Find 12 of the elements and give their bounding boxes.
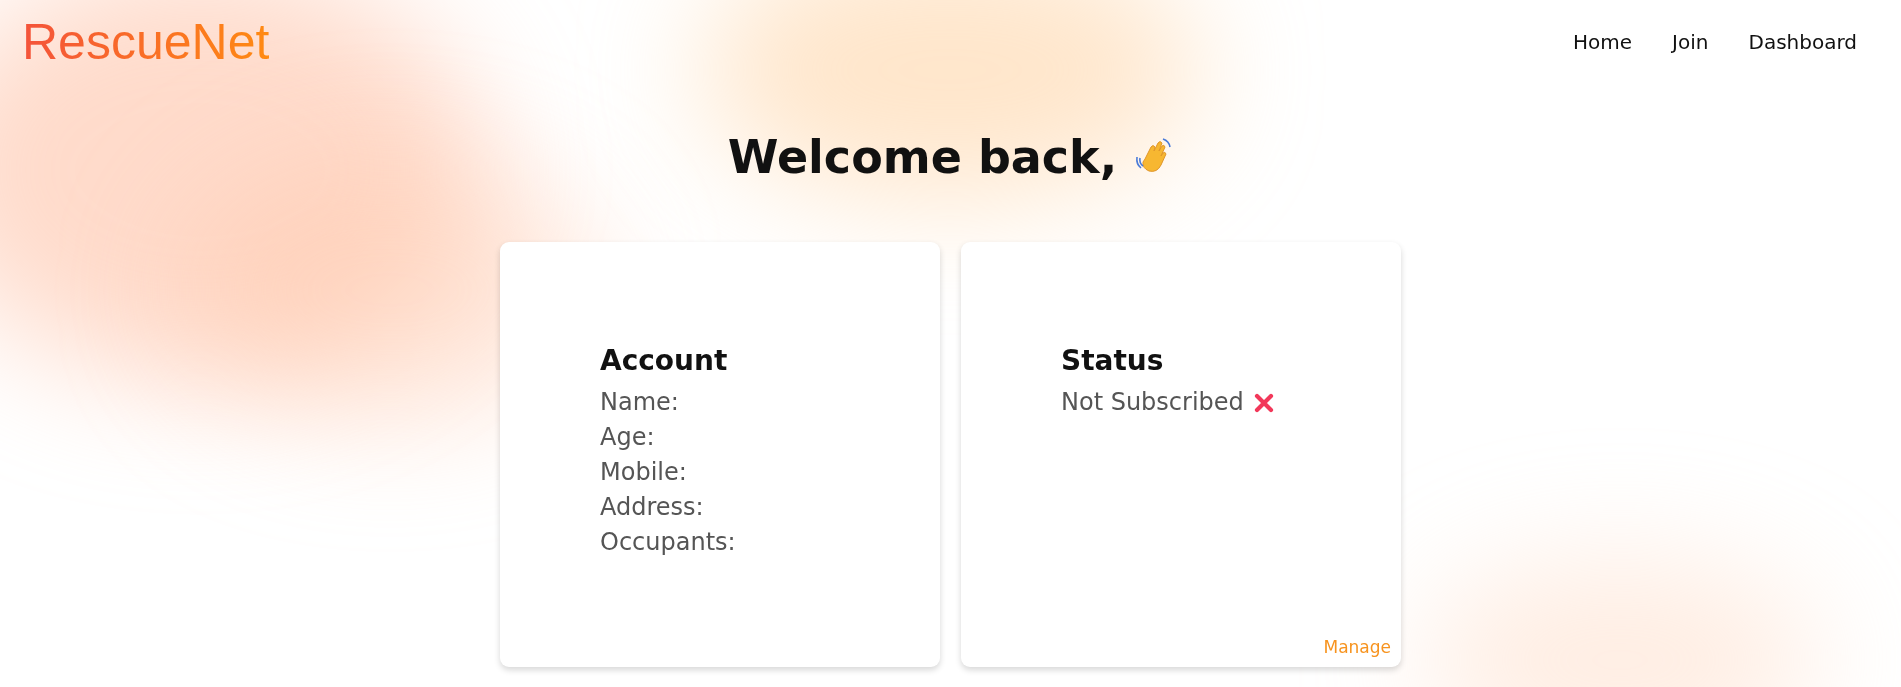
field-label: Mobile: (600, 457, 687, 488)
status-text: Not Subscribed (1061, 387, 1244, 418)
card-title: Account (600, 344, 728, 377)
nav-link[interactable]: Join (1672, 30, 1709, 54)
card-title: Status (1061, 344, 1164, 377)
welcome-heading: Welcome back, (727, 130, 1118, 184)
field-label: Age: (600, 422, 655, 453)
nav-link[interactable]: Home (1573, 30, 1633, 54)
nav-link[interactable]: Dashboard (1748, 30, 1857, 54)
field-label: Occupants: (600, 527, 736, 558)
field-label: Address: (600, 492, 704, 523)
field-label: Name: (600, 387, 679, 418)
